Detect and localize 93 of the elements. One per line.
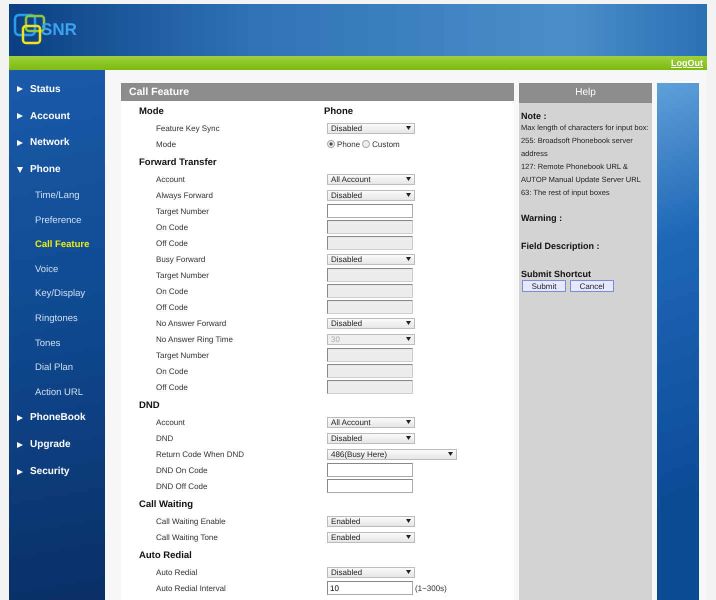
nav-item[interactable]: Status bbox=[9, 76, 105, 103]
field-label: On Code bbox=[156, 286, 190, 296]
dropdown[interactable]: Disabled bbox=[327, 122, 415, 134]
nav-subitem[interactable]: Action URL bbox=[9, 380, 105, 405]
field-label: Off Code bbox=[156, 302, 189, 312]
nav-subitem[interactable]: Tones bbox=[9, 330, 105, 356]
field-label: Mode bbox=[156, 140, 178, 148]
triangle-right-icon bbox=[17, 468, 23, 475]
field-label: On Code bbox=[156, 366, 190, 376]
dropdown[interactable]: Enabled bbox=[327, 516, 415, 526]
text-field[interactable]: 10 bbox=[327, 581, 413, 595]
nav-subitem[interactable]: Ringtones bbox=[9, 306, 105, 331]
nav-subitem[interactable]: Call Feature bbox=[9, 232, 105, 257]
nav-subitem[interactable]: Time/Lang bbox=[9, 183, 105, 208]
caret-icon bbox=[406, 126, 411, 130]
field-label: Target Number bbox=[156, 270, 210, 280]
field-label: Target Number bbox=[156, 350, 210, 360]
logo-text: SNR bbox=[41, 20, 77, 40]
range-hint: (1~300s) bbox=[415, 584, 447, 592]
action-button[interactable]: Cancel bbox=[570, 280, 614, 292]
nav-item[interactable]: Security bbox=[9, 458, 105, 485]
field-description-heading: Field Description : bbox=[520, 241, 601, 251]
dropdown[interactable]: All Account bbox=[327, 416, 415, 428]
field-label: Call Waiting Enable bbox=[156, 516, 227, 526]
caret-icon bbox=[406, 193, 411, 197]
caret-icon bbox=[406, 420, 411, 424]
dropdown[interactable]: Enabled bbox=[327, 532, 415, 542]
dropdown[interactable]: 486(Busy Here) bbox=[327, 448, 457, 460]
nav-subitem[interactable]: Voice bbox=[9, 256, 105, 282]
nav-subitem[interactable]: Preference bbox=[9, 208, 105, 232]
warning-heading: Warning : bbox=[520, 213, 564, 223]
caret-icon bbox=[406, 436, 411, 440]
dropdown[interactable]: Disabled bbox=[327, 254, 415, 264]
field-label: Account bbox=[156, 174, 186, 184]
caret-icon bbox=[406, 321, 411, 325]
field-label: Return Code When DND bbox=[156, 450, 246, 458]
section-title: Call Waiting bbox=[139, 499, 194, 510]
field-label: Always Forward bbox=[156, 190, 214, 200]
field-label: Auto Redial bbox=[156, 568, 198, 576]
section-title: Mode bbox=[139, 106, 164, 117]
nav-item[interactable]: PhoneBook bbox=[9, 404, 105, 432]
dropdown[interactable]: Disabled bbox=[327, 566, 415, 578]
caret-icon bbox=[406, 177, 411, 181]
triangle-right-icon bbox=[17, 414, 23, 421]
note-heading: Note : bbox=[520, 111, 548, 121]
caret-icon bbox=[406, 570, 411, 574]
column-heading: Phone bbox=[323, 106, 354, 117]
dropdown[interactable]: All Account bbox=[327, 174, 415, 184]
panel-title: Call Feature bbox=[121, 83, 514, 101]
field-label: DND Off Code bbox=[156, 482, 208, 490]
triangle-right-icon bbox=[17, 113, 23, 120]
field-label: Off Code bbox=[156, 238, 189, 248]
field-label: DND bbox=[156, 434, 174, 442]
dropdown[interactable]: Disabled bbox=[327, 432, 415, 444]
field-label: Account bbox=[156, 418, 186, 426]
action-button[interactable]: Submit bbox=[522, 280, 566, 292]
triangle-right-icon bbox=[17, 140, 23, 146]
field-label: Feature Key Sync bbox=[156, 124, 221, 132]
nav-subitem[interactable]: Key/Display bbox=[9, 282, 105, 306]
dropdown[interactable]: Disabled bbox=[327, 318, 415, 328]
field-label: Off Code bbox=[156, 382, 189, 392]
radio-option[interactable]: Phone bbox=[327, 140, 360, 148]
field-label: Auto Redial Interval bbox=[156, 584, 227, 592]
triangle-right-icon bbox=[17, 86, 23, 92]
field-label: On Code bbox=[156, 222, 190, 232]
section-title: DND bbox=[139, 400, 160, 411]
caret-icon bbox=[448, 452, 453, 456]
caret-icon bbox=[406, 519, 411, 523]
nav-item[interactable]: Network bbox=[9, 130, 105, 156]
caret-icon bbox=[406, 535, 411, 539]
field-label: DND On Code bbox=[156, 466, 209, 474]
field-label: Busy Forward bbox=[156, 254, 206, 264]
shortcut-heading: Submit Shortcut bbox=[520, 269, 592, 279]
triangle-down-icon bbox=[17, 166, 23, 173]
text-field[interactable] bbox=[327, 463, 413, 477]
field-label: Call Waiting Tone bbox=[156, 532, 219, 542]
help-title: Help bbox=[519, 83, 652, 103]
caret-icon bbox=[406, 257, 411, 261]
field-label: Target Number bbox=[156, 206, 210, 216]
nav-item[interactable]: Upgrade bbox=[9, 431, 105, 458]
text-field[interactable] bbox=[327, 204, 413, 218]
text-field[interactable] bbox=[327, 479, 413, 493]
section-title: Forward Transfer bbox=[139, 157, 217, 168]
field-label: No Answer Forward bbox=[156, 318, 228, 328]
nav-item[interactable]: Phone bbox=[9, 156, 105, 184]
nav-subitem[interactable]: Dial Plan bbox=[9, 355, 105, 380]
dropdown[interactable]: Disabled bbox=[327, 190, 415, 200]
triangle-right-icon bbox=[17, 442, 23, 448]
field-label: No Answer Ring Time bbox=[156, 334, 234, 344]
radio-option[interactable]: Custom bbox=[362, 140, 400, 148]
section-title: Auto Redial bbox=[139, 550, 192, 561]
nav-item[interactable]: Account bbox=[9, 102, 105, 130]
caret-icon bbox=[406, 337, 411, 341]
